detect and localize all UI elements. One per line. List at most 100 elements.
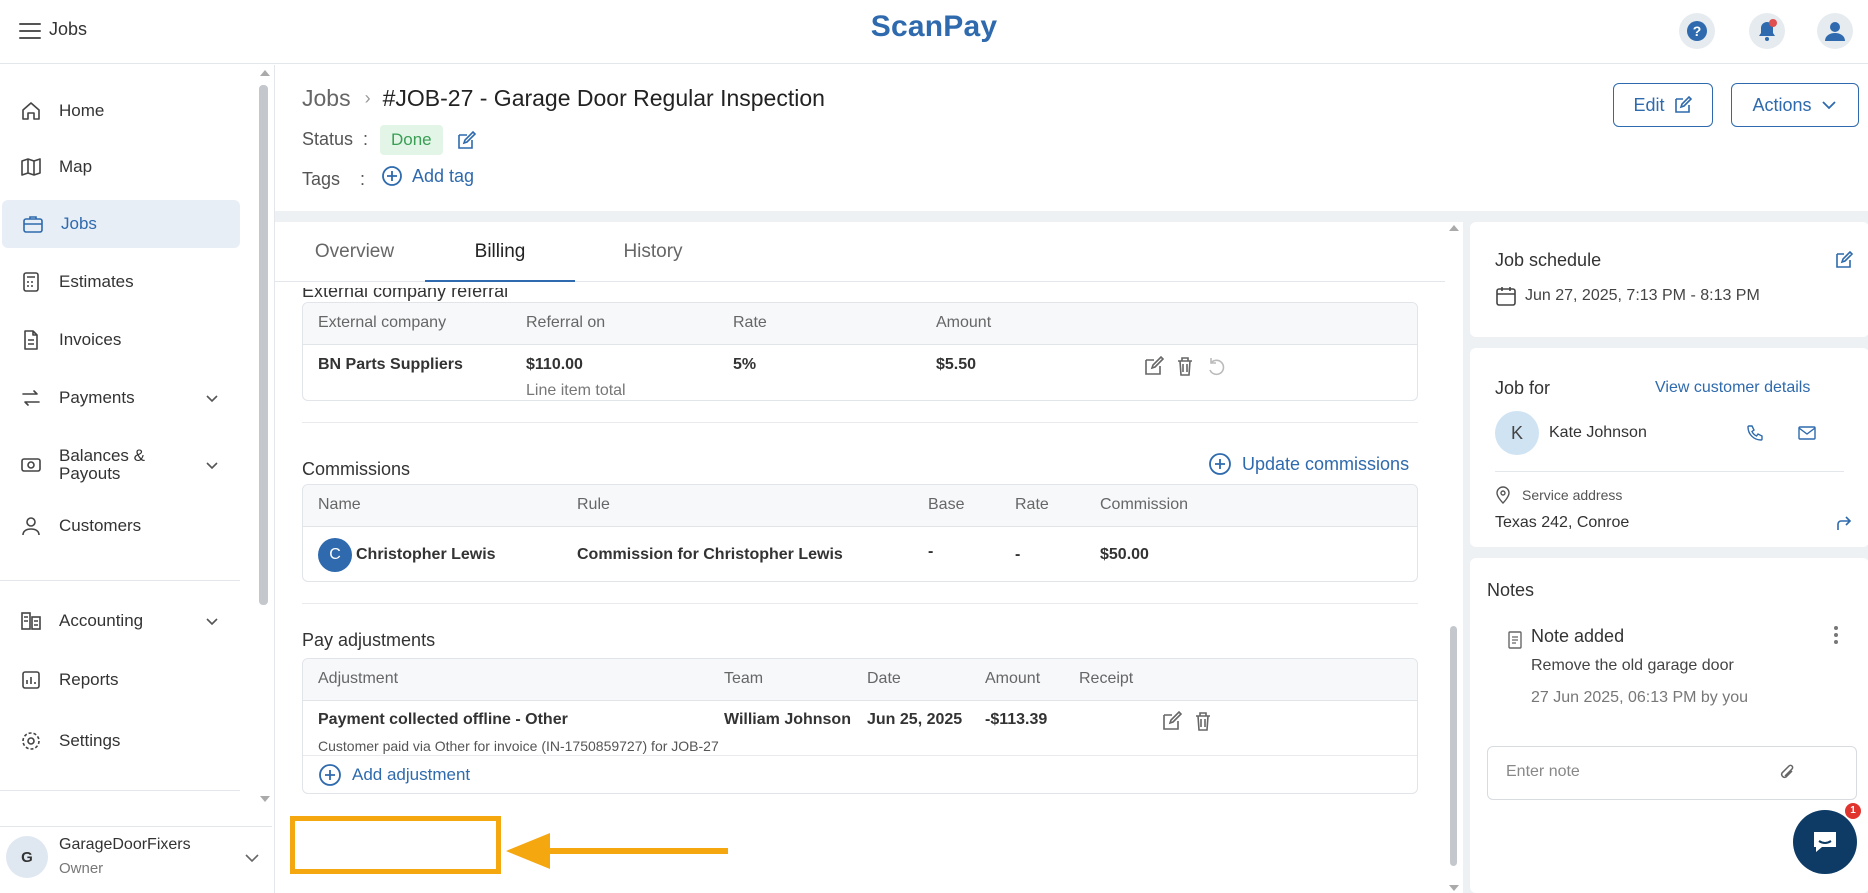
edit-icon[interactable] [1143, 355, 1165, 377]
tab-billing[interactable]: Billing [425, 222, 575, 282]
breadcrumb: Jobs › #JOB-27 - Garage Door Regular Ins… [302, 85, 825, 112]
sidebar-item-home[interactable]: Home [0, 87, 240, 135]
directions-arrow-icon[interactable] [1834, 513, 1854, 533]
notifications-icon[interactable] [1749, 13, 1785, 49]
add-tag-button[interactable]: Add tag [381, 165, 474, 187]
scroll-up-icon[interactable] [1445, 222, 1463, 234]
phone-icon[interactable] [1746, 424, 1764, 442]
job-for-card: Job for View customer details K Kate Joh… [1470, 348, 1868, 547]
sidebar-item-jobs[interactable]: Jobs [2, 200, 240, 248]
scroll-down-icon[interactable] [256, 793, 274, 805]
sidebar-item-label: Balances & [59, 446, 145, 465]
sidebar-item-balances-payouts[interactable]: Balances & Payouts [0, 437, 240, 493]
add-circle-icon [382, 166, 402, 186]
chat-widget-button[interactable] [1793, 810, 1857, 874]
customer-name[interactable]: Kate Johnson [1549, 424, 1647, 442]
brand-logo[interactable]: ScanPay [871, 10, 997, 44]
column-header: Rule [577, 496, 610, 513]
notes-title: Notes [1487, 580, 1535, 600]
column-header: Commission [1100, 496, 1189, 513]
help-icon[interactable]: ? [1679, 13, 1715, 49]
mail-icon[interactable] [1798, 424, 1816, 442]
status-badge: Done [380, 125, 443, 155]
trash-icon[interactable] [1174, 355, 1196, 377]
column-header: Base [928, 496, 965, 513]
breadcrumb-jobs-link[interactable]: Jobs [302, 85, 351, 112]
calendar-icon [1496, 287, 1516, 306]
job-schedule-title: Job schedule [1495, 250, 1602, 270]
edit-schedule-icon[interactable] [1834, 250, 1854, 270]
person-icon [22, 517, 40, 536]
edit-button[interactable]: Edit [1613, 83, 1713, 127]
sidebar-item-map[interactable]: Map [0, 143, 240, 191]
edit-icon [1674, 95, 1692, 113]
adjustment-note: Customer paid via Other for invoice (IN-… [318, 738, 719, 754]
scroll-up-icon[interactable] [256, 67, 274, 79]
sidebar-item-reports[interactable]: Reports [0, 656, 240, 704]
commission-rate: - [1015, 546, 1021, 563]
scrollbar-thumb[interactable] [1450, 626, 1457, 866]
update-commissions-button[interactable]: Update commissions [1208, 452, 1409, 476]
actions-button[interactable]: Actions [1731, 83, 1859, 127]
sidebar-item-label: Customers [59, 516, 142, 535]
actions-button-label: Actions [1752, 94, 1812, 115]
billing-panel: Overview Billing History External compan… [275, 222, 1445, 893]
trash-icon[interactable] [1192, 710, 1214, 732]
commission-name: Christopher Lewis [356, 546, 496, 563]
sidebar-item-settings[interactable]: Settings [0, 717, 240, 765]
billing-scrollbar[interactable] [1445, 222, 1463, 893]
add-tag-label: Add tag [412, 165, 475, 186]
sidebar-item-payments[interactable]: Payments [0, 374, 240, 422]
transfer-icon [22, 390, 40, 406]
referral-table: External company Referral on Rate Amount… [302, 302, 1418, 401]
tab-overview[interactable]: Overview [302, 222, 407, 282]
user-account-switcher[interactable]: G GarageDoorFixers Owner [0, 826, 272, 893]
add-adjustment-button[interactable]: Add adjustment [318, 763, 470, 787]
chevron-down-icon [206, 395, 218, 403]
map-icon [21, 158, 41, 176]
avatar: K [1495, 411, 1539, 455]
column-header: External company [318, 314, 447, 331]
column-header: Receipt [1079, 670, 1134, 687]
add-circle-icon [319, 764, 341, 786]
adjustment-amount: -$113.39 [985, 711, 1048, 728]
card-divider [1495, 471, 1844, 472]
note-input[interactable]: Enter note [1487, 746, 1857, 800]
user-role: Owner [59, 860, 104, 877]
note-body: Remove the old garage door [1531, 657, 1734, 674]
sidebar-item-accounting[interactable]: Accounting [0, 597, 240, 645]
view-customer-details-link[interactable]: View customer details [1655, 379, 1810, 397]
job-header: Jobs › #JOB-27 - Garage Door Regular Ins… [275, 65, 1868, 211]
edit-icon[interactable] [1161, 710, 1183, 732]
scrollbar-thumb[interactable] [259, 85, 268, 605]
attachment-icon[interactable] [1778, 763, 1798, 783]
section-divider [302, 422, 1418, 423]
commission-amount: $50.00 [1100, 546, 1149, 563]
sidebar-item-customers[interactable]: Customers [0, 502, 240, 550]
sidebar-item-label: Estimates [59, 272, 134, 291]
arrow-pointer-icon [506, 833, 728, 869]
sidebar-scrollbar[interactable] [256, 65, 274, 805]
note-title: Note added [1531, 626, 1625, 646]
hamburger-menu-icon[interactable] [18, 19, 42, 43]
table-header: Adjustment Team Date Amount Receipt [303, 659, 1417, 701]
undo-icon[interactable] [1205, 355, 1227, 377]
sidebar-item-estimates[interactable]: Estimates [0, 258, 240, 306]
colon: : [360, 169, 366, 189]
column-header: Rate [1015, 496, 1049, 513]
column-header: Referral on [526, 314, 606, 331]
tab-bar: Overview Billing History [275, 222, 1445, 282]
chat-icon [1814, 832, 1836, 852]
edit-status-icon[interactable] [455, 130, 477, 152]
svg-text:?: ? [1693, 23, 1702, 39]
scroll-down-icon[interactable] [1445, 882, 1463, 893]
column-header: Amount [985, 670, 1041, 687]
sidebar-item-invoices[interactable]: Invoices [0, 316, 240, 364]
note-meta: 27 Jun 2025, 06:13 PM by you [1531, 689, 1749, 706]
status-label: Status : [302, 129, 368, 150]
bank-icon [21, 458, 41, 472]
account-icon[interactable] [1817, 13, 1853, 49]
more-vertical-icon[interactable] [1833, 624, 1839, 646]
commission-base: - [928, 543, 934, 560]
tab-history[interactable]: History [603, 222, 703, 282]
